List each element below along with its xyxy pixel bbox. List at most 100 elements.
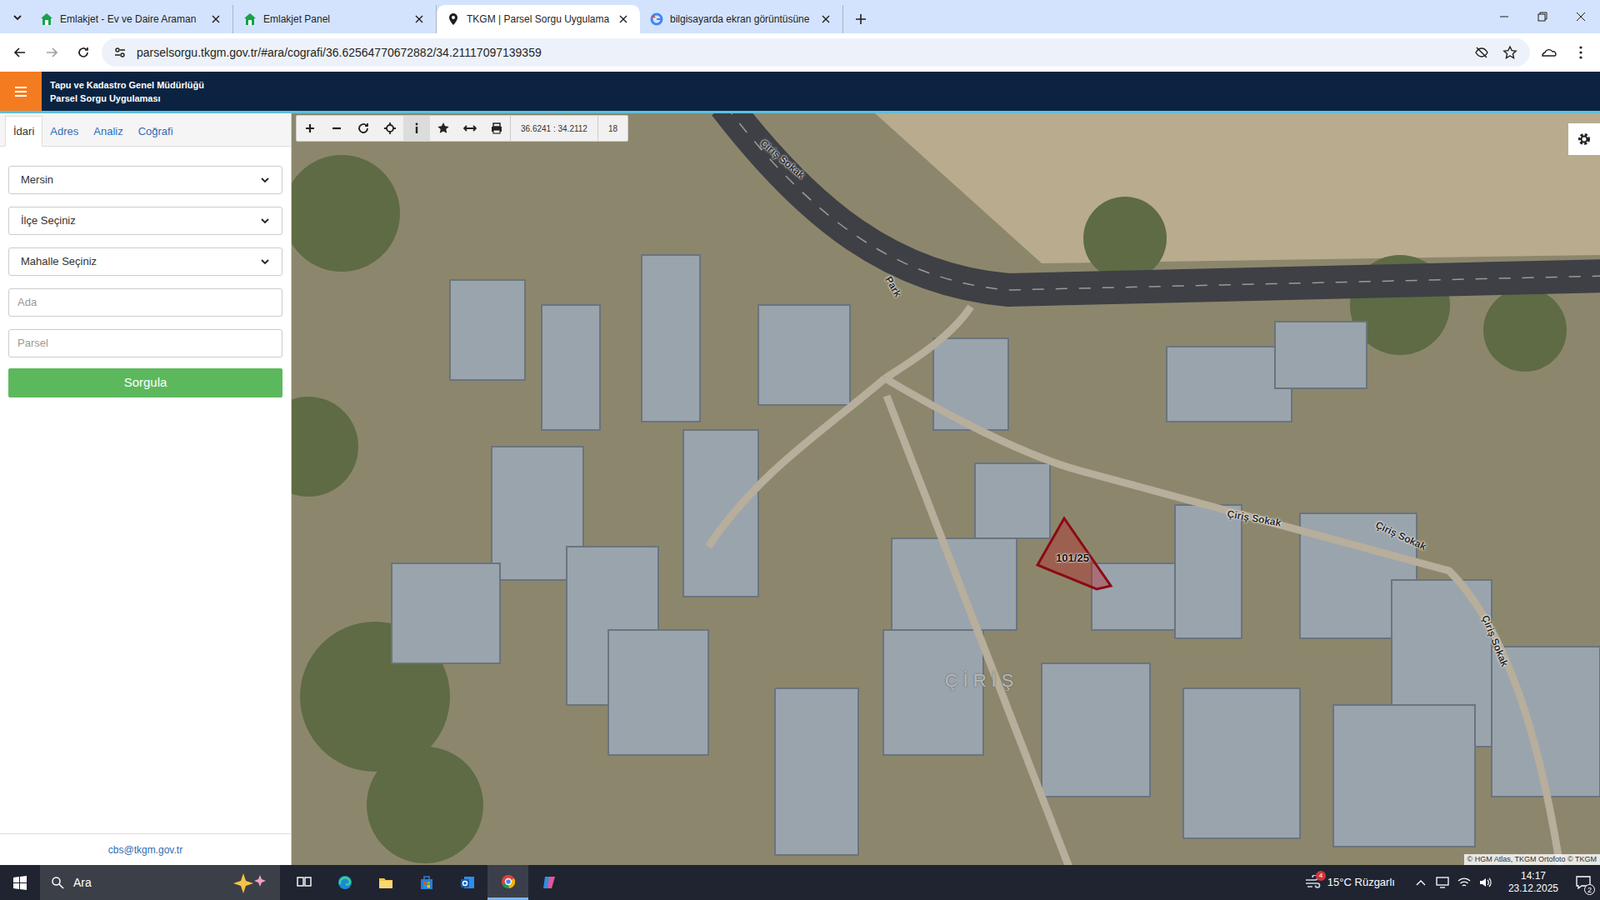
- sidebar-tab[interactable]: İdari: [5, 115, 43, 148]
- map-toolbar: 36.6241 : 34.211218: [295, 115, 629, 142]
- sidebar-tabs: İdariAdresAnalizCoğrafi: [0, 113, 291, 147]
- edge-icon[interactable]: [324, 865, 365, 900]
- bookmark-star-icon[interactable]: [1500, 42, 1520, 63]
- hamburger-icon[interactable]: [0, 71, 42, 111]
- tab-search-icon[interactable]: [5, 3, 30, 32]
- chevron-up-icon[interactable]: [1410, 865, 1432, 900]
- app-title-line: Tapu ve Kadastro Genel Müdürlüğü: [50, 78, 205, 92]
- forward-icon: [38, 39, 65, 66]
- search-placeholder[interactable]: Ara: [73, 874, 92, 892]
- task-view-icon[interactable]: [283, 865, 325, 900]
- restore-icon[interactable]: [1523, 0, 1562, 34]
- wifi-icon[interactable]: [1453, 865, 1475, 900]
- app-title: Tapu ve Kadastro Genel MüdürlüğüParsel S…: [41, 71, 205, 111]
- browser-tab[interactable]: Emlakjet - Ev ve Daire Araman: [30, 5, 234, 34]
- minimize-icon[interactable]: [1485, 0, 1524, 34]
- pin-favicon-icon: [446, 12, 460, 26]
- sidebar-tab[interactable]: Adres: [42, 116, 86, 147]
- outlook-icon[interactable]: [446, 865, 488, 900]
- tab-label: Emlakjet Panel: [263, 11, 406, 27]
- clock-time: 14:17: [1520, 870, 1546, 883]
- windows-start-icon[interactable]: [0, 865, 40, 900]
- chrome-icon[interactable]: [487, 865, 529, 900]
- sidebar-tab[interactable]: Analiz: [85, 116, 130, 147]
- notification-count: 2: [1584, 884, 1595, 895]
- select-value[interactable]: Mersin: [20, 171, 260, 189]
- app-subtitle: Parsel Sorgu Uygulaması: [50, 91, 205, 105]
- new-tab-icon[interactable]: [848, 5, 874, 34]
- select-field[interactable]: Mersin: [8, 165, 283, 195]
- text-input[interactable]: [8, 288, 283, 317]
- refresh-icon[interactable]: [350, 115, 377, 141]
- select-field[interactable]: Mahalle Seçiniz: [8, 247, 283, 276]
- clock-date: 23.12.2025: [1508, 882, 1559, 895]
- measure-icon[interactable]: [456, 115, 484, 141]
- select-value[interactable]: İlçe Seçiniz: [20, 212, 260, 230]
- settings-gear-icon[interactable]: [1568, 123, 1600, 155]
- close-icon[interactable]: [209, 12, 223, 26]
- window-controls: [1485, 0, 1600, 34]
- emlakjet-favicon-icon: [243, 12, 257, 26]
- satellite-image: [291, 113, 1600, 865]
- menu-icon[interactable]: [1568, 39, 1594, 66]
- file-explorer-icon[interactable]: [365, 865, 406, 900]
- sidebar-tab[interactable]: Coğrafi: [130, 116, 181, 147]
- taskbar: Ara 415°C Rüzgarlı 14:1723.12.2025 2: [0, 865, 1600, 900]
- query-form: Mersin İlçe Seçiniz Mahalle Seçiniz Sorgula: [0, 146, 291, 398]
- chevron-down-icon[interactable]: [260, 256, 270, 267]
- notification-center[interactable]: 2: [1566, 865, 1600, 900]
- contact-email[interactable]: cbs@tkgm.gov.tr: [108, 842, 183, 858]
- text-input[interactable]: [8, 329, 283, 358]
- submit-button[interactable]: Sorgula: [8, 368, 283, 398]
- print-icon[interactable]: [483, 115, 510, 141]
- info-icon[interactable]: [403, 115, 430, 141]
- browser-tab[interactable]: Emlakjet Panel: [233, 5, 437, 34]
- weather-icon-wrap: 4: [1304, 874, 1323, 891]
- taskbar-apps: [283, 865, 570, 900]
- eye-off-icon[interactable]: [1471, 42, 1492, 63]
- tab-label: TKGM | Parsel Sorgu Uygulama: [466, 11, 610, 27]
- address-text[interactable]: parselsorgu.tkgm.gov.tr/#ara/cografi/36.…: [136, 44, 1464, 62]
- tabs: Emlakjet - Ev ve Daire Araman Emlakjet Pa…: [30, 0, 874, 34]
- display-icon[interactable]: [1431, 865, 1454, 900]
- volume-icon[interactable]: [1475, 865, 1497, 900]
- favorite-star-icon[interactable]: [430, 115, 457, 141]
- clock[interactable]: 14:1723.12.2025: [1500, 870, 1567, 895]
- sidebar: İdariAdresAnalizCoğrafi Mersin İlçe Seçini…: [0, 113, 292, 865]
- app-header: Tapu ve Kadastro Genel MüdürlüğüParsel S…: [0, 71, 1600, 114]
- extensions-icon[interactable]: [1535, 39, 1564, 66]
- select-value[interactable]: Mahalle Seçiniz: [20, 253, 260, 270]
- attribution[interactable]: © HGM Atlas, TKGM Ortofoto © TKGM: [1464, 854, 1600, 866]
- weather-widget[interactable]: 415°C Rüzgarlı: [1297, 865, 1402, 900]
- close-window-icon[interactable]: [1561, 0, 1600, 34]
- text-input-field[interactable]: [17, 294, 274, 311]
- address-field[interactable]: parselsorgu.tkgm.gov.tr/#ara/cografi/36.…: [101, 38, 1530, 67]
- text-input-field[interactable]: [17, 335, 274, 352]
- google-favicon-icon: [650, 12, 664, 26]
- close-icon[interactable]: [412, 12, 426, 26]
- store-icon[interactable]: [405, 865, 447, 900]
- tab-label: Emlakjet - Ev ve Daire Araman: [60, 11, 203, 27]
- crosshair-icon[interactable]: [376, 115, 404, 141]
- select-field[interactable]: İlçe Seçiniz: [8, 206, 283, 235]
- map[interactable]: Çiriş SokakÇiriş SokakÇiriş SokakÇiriş S…: [291, 113, 1600, 865]
- back-icon[interactable]: [6, 39, 34, 66]
- chevron-down-icon[interactable]: [260, 215, 270, 226]
- close-icon[interactable]: [616, 12, 630, 26]
- emlakjet-favicon-icon: [40, 12, 54, 26]
- copilot-icon[interactable]: [528, 865, 570, 900]
- zoom-in-icon[interactable]: [296, 115, 324, 141]
- close-icon[interactable]: [819, 12, 833, 26]
- search-icon: [50, 875, 65, 890]
- tab-bar: Emlakjet - Ev ve Daire Araman Emlakjet Pa…: [0, 0, 1600, 34]
- zoom-out-icon[interactable]: [323, 115, 350, 141]
- chevron-down-icon[interactable]: [260, 175, 270, 185]
- map-label: ÇİRİŞ: [945, 666, 1020, 695]
- reload-icon[interactable]: [70, 39, 97, 66]
- browser-tab[interactable]: bilgisayarda ekran görüntüsüne: [640, 5, 844, 34]
- weather-text[interactable]: 15°C Rüzgarlı: [1327, 874, 1395, 891]
- parcel-label[interactable]: 101/25: [1055, 550, 1090, 567]
- browser-tab[interactable]: TKGM | Parsel Sorgu Uygulama: [436, 5, 640, 34]
- taskbar-search[interactable]: Ara: [40, 865, 280, 900]
- site-info-icon[interactable]: [111, 44, 129, 61]
